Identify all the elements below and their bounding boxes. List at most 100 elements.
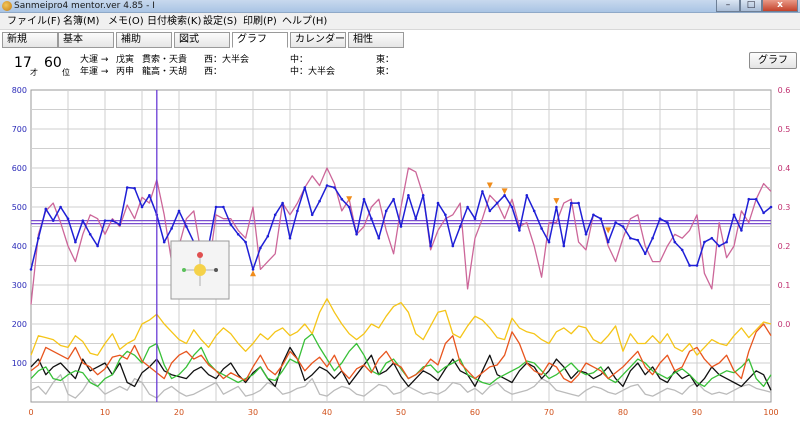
series-blue-point [740, 229, 743, 232]
menu-print[interactable]: 印刷(P) [240, 13, 280, 30]
series-blue-point [340, 197, 344, 201]
series-blue-point [518, 229, 521, 232]
series-blue-point [769, 205, 773, 209]
menu-file[interactable]: ファイル(F) [4, 13, 64, 30]
tab-compatibility[interactable]: 相性 [348, 32, 404, 48]
series-blue-point [318, 199, 321, 203]
series-blue-point [222, 205, 225, 209]
series-blue-point [651, 236, 654, 240]
title-bar: Sanmeipro4 mentor.ver 4.85 - I – □ x [0, 0, 800, 13]
y-left-tick-label: 800 [12, 86, 27, 95]
west-relation-1: 西：大半会 [204, 55, 250, 65]
series-blue-point [473, 217, 477, 220]
series-blue-point [88, 233, 92, 236]
east-relation-1: 東： [376, 55, 395, 65]
series-blue-point [621, 225, 625, 228]
y-left-tick-label: 500 [12, 203, 27, 212]
series-blue-point [688, 264, 691, 267]
tab-calendar[interactable]: カレンダー [290, 32, 346, 48]
series-blue-point [592, 213, 595, 217]
series-blue-point [747, 197, 751, 201]
menu-roster[interactable]: 名簿(M) [60, 13, 102, 30]
series-blue-point [111, 219, 114, 222]
x-tick-label: 100 [763, 408, 778, 417]
window-title: Sanmeipro4 mentor.ver 4.85 - I [14, 1, 155, 11]
series-blue-point [717, 244, 721, 248]
series-blue-point [125, 186, 129, 189]
series-blue-point [103, 219, 107, 222]
series-blue-point [148, 194, 151, 197]
tab-basic[interactable]: 基本 [58, 32, 114, 48]
close-button[interactable]: x [762, 0, 798, 12]
series-blue-point [754, 197, 758, 201]
menu-date-search[interactable]: 日付検索(K) [144, 13, 204, 30]
series-blue-point [74, 240, 77, 244]
series-blue-point [680, 248, 684, 252]
series-blue-point [333, 186, 336, 189]
series-blue-point [540, 227, 543, 230]
series-blue-point [177, 209, 181, 213]
series-blue-point [481, 190, 484, 193]
y-left-tick-label: 600 [12, 164, 27, 173]
series-blue-point [133, 186, 136, 190]
series-blue-point [636, 238, 640, 242]
east-relation-2: 東： [376, 67, 395, 77]
series-blue-point [384, 209, 388, 213]
series-blue-point [488, 209, 492, 213]
y-right-tick-label: 0.0 [778, 320, 791, 329]
maximize-button[interactable]: □ [740, 0, 762, 12]
series-blue-point [569, 201, 573, 205]
rank-value: 60 [44, 55, 62, 71]
series-blue-point [577, 201, 580, 205]
x-tick-label: 40 [322, 408, 332, 417]
tab-supplement[interactable]: 補助 [116, 32, 172, 48]
series-blue-point [658, 217, 662, 220]
y-right-tick-label: 0.1 [778, 281, 791, 290]
series-blue-point [355, 233, 358, 236]
age-unit: 才 [30, 68, 38, 77]
series-blue-point [66, 217, 70, 220]
series-blue-point [244, 240, 247, 244]
series-blue-point [370, 217, 373, 220]
series-blue-point [362, 197, 366, 201]
series-blue-point [555, 205, 558, 209]
series-blue-point [118, 223, 122, 226]
minimize-button[interactable]: – [716, 0, 740, 12]
x-tick-label: 30 [248, 408, 258, 417]
menu-help[interactable]: ヘルプ(H) [279, 13, 330, 30]
graph-button[interactable]: グラフ [749, 52, 797, 69]
series-blue-point [377, 236, 381, 240]
series-blue-point [414, 217, 418, 220]
app-icon [2, 1, 12, 11]
y-right-tick-label: 0.6 [778, 86, 791, 95]
series-blue-point [236, 233, 240, 236]
series-blue-point [281, 201, 284, 205]
series-blue-point [44, 207, 48, 211]
x-tick-label: 60 [470, 408, 480, 417]
series-blue-point [392, 197, 395, 201]
fortune-line-chart[interactable]: 100200300400500600700800 0.60.50.40.30.20… [0, 86, 800, 428]
tab-bar: 新規 基本 補助 図式 グラフ カレンダー 相性 [0, 31, 800, 49]
series-blue-point [51, 219, 55, 222]
center-relation-2: 中：大半会 [290, 67, 336, 77]
tab-diagram[interactable]: 図式 [174, 32, 230, 48]
x-tick-label: 0 [28, 408, 33, 417]
menu-settings[interactable]: 設定(S) [200, 13, 240, 30]
series-blue-point [407, 194, 410, 197]
menu-memo[interactable]: メモ(O) [105, 13, 147, 30]
series-blue-point [584, 233, 588, 236]
series-blue-point [458, 225, 462, 228]
series-blue-point [695, 264, 699, 267]
series-blue-point [273, 213, 277, 217]
series-blue-point [347, 205, 351, 209]
series-blue-point [732, 213, 736, 217]
tab-graph[interactable]: グラフ [232, 32, 288, 48]
series-blue-point [614, 221, 617, 224]
tab-new[interactable]: 新規 [2, 32, 58, 48]
y-left-tick-label: 400 [12, 242, 27, 251]
y-left-tick-label: 200 [12, 320, 27, 329]
series-blue-point [725, 240, 728, 244]
series-blue-point [214, 205, 218, 209]
detail-popup[interactable] [170, 240, 230, 300]
series-blue-point [444, 213, 447, 217]
